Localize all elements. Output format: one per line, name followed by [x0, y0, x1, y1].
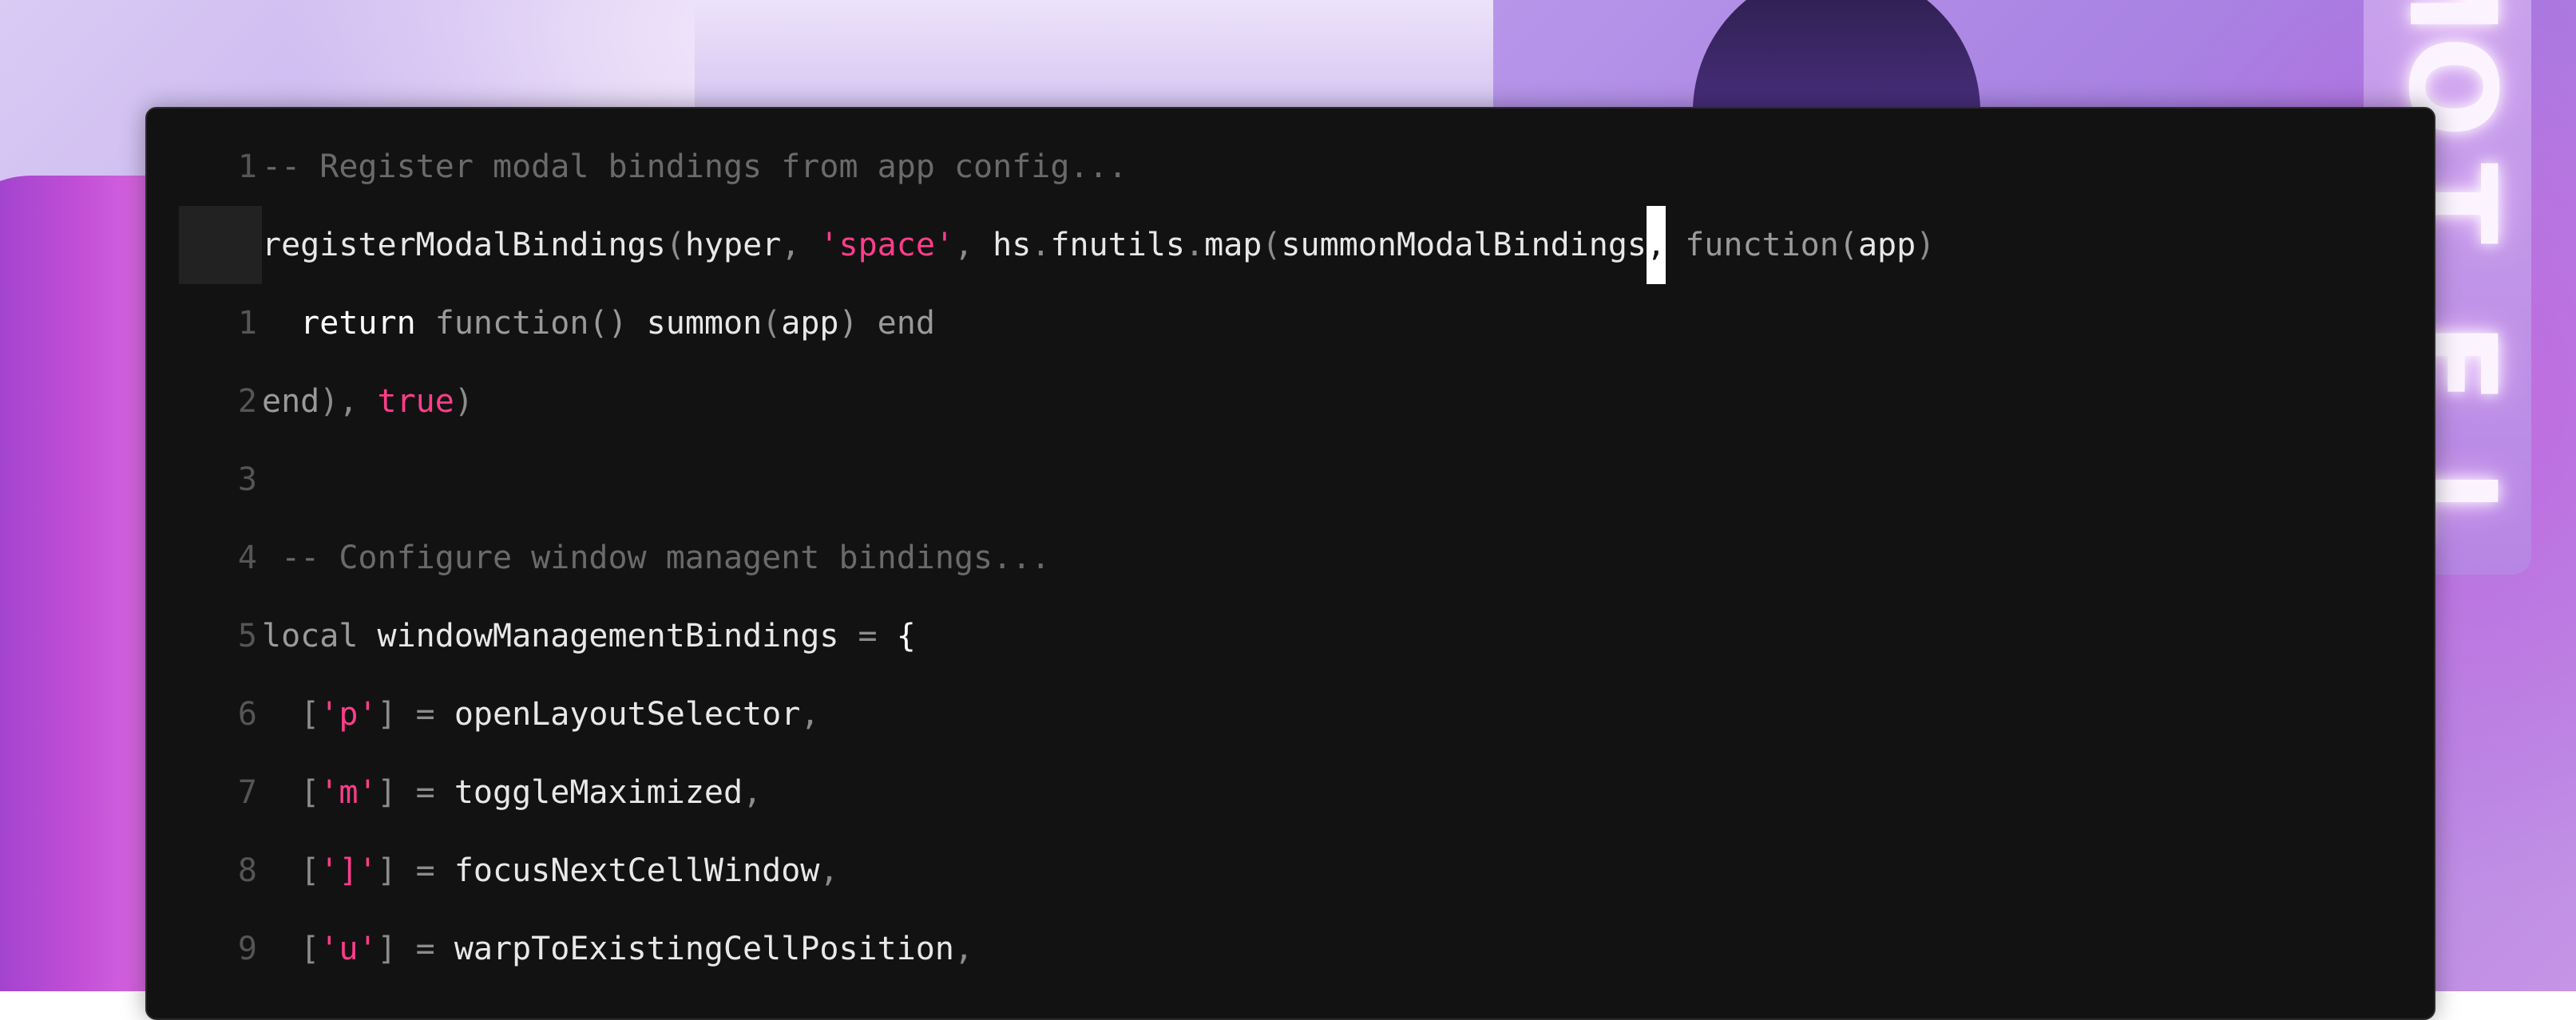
line-number: 3	[237, 461, 257, 498]
motel-sign-letter: M	[2382, 0, 2521, 35]
code-token: 'm'	[319, 774, 378, 811]
code-token: ,	[819, 852, 839, 889]
code-token: registerModalBindings	[262, 227, 666, 263]
code-token: ,	[800, 696, 820, 733]
code-line[interactable]: registerModalBindings(hyper, 'space', hs…	[147, 206, 2434, 284]
code-token: warpToExistingCellPosition	[454, 931, 954, 967]
code-line[interactable]: 7 ['m'] = toggleMaximized,	[147, 753, 2434, 832]
code-token: =	[838, 618, 897, 654]
code-line[interactable]: 3	[147, 441, 2434, 519]
code-token: true	[377, 383, 454, 420]
code-line[interactable]: 1 -- Register modal bindings from app con…	[147, 128, 2434, 206]
code-token: hs	[993, 227, 1032, 263]
code-token: function()	[415, 305, 647, 342]
code-token: (	[762, 305, 782, 342]
code-text[interactable]: end), true)	[262, 362, 474, 441]
code-token: summon	[646, 305, 763, 342]
code-token: ,	[953, 931, 974, 967]
code-token: ] =	[377, 852, 454, 889]
code-line[interactable]: 1 return function() summon(app) end	[147, 284, 2434, 362]
code-text[interactable]: -- Configure window managent bindings...	[262, 519, 1050, 597]
code-token: )	[1916, 227, 1936, 263]
code-token: focusNextCellWindow	[454, 852, 820, 889]
code-text[interactable]: ['p'] = openLayoutSelector,	[262, 675, 819, 753]
code-token: fnutils	[1050, 227, 1186, 263]
code-token: (	[1262, 227, 1282, 263]
code-token: ']'	[319, 852, 378, 889]
code-token: ] =	[377, 696, 454, 733]
code-token: [	[262, 931, 320, 967]
code-token: )	[454, 383, 474, 420]
code-token: [	[262, 696, 320, 733]
code-token: local	[262, 618, 378, 654]
code-text[interactable]: ['u'] = warpToExistingCellPosition,	[262, 910, 973, 988]
code-token: function(	[1666, 227, 1858, 263]
code-token: [	[262, 774, 320, 811]
code-token: end	[262, 383, 320, 420]
code-token: .	[1031, 227, 1051, 263]
code-token: ),	[319, 383, 378, 420]
code-text[interactable]: return function() summon(app) end	[262, 284, 935, 362]
code-line[interactable]: 4 -- Configure window managent bindings.…	[147, 519, 2434, 597]
code-token: ) end	[838, 305, 935, 342]
wallpaper-building	[695, 0, 1493, 112]
code-text[interactable]: -- Register modal bindings from app conf…	[262, 128, 1127, 206]
code-text[interactable]: ['m'] = toggleMaximized,	[262, 753, 762, 832]
code-token: openLayoutSelector	[454, 696, 801, 733]
text-cursor: ,	[1647, 206, 1666, 284]
code-line[interactable]: 5 local windowManagementBindings = {	[147, 597, 2434, 675]
code-token: ] =	[377, 931, 454, 967]
code-token: 'p'	[319, 696, 378, 733]
code-token: app	[1857, 227, 1916, 263]
code-token: 'u'	[319, 931, 378, 967]
code-token: (	[665, 227, 685, 263]
code-text[interactable]: [']'] = focusNextCellWindow,	[262, 832, 838, 910]
code-token: [	[262, 852, 320, 889]
code-token: ,	[743, 774, 763, 811]
code-token: ,	[954, 227, 993, 263]
code-token: toggleMaximized	[454, 774, 743, 811]
code-token: -- Configure window managent bindings...	[262, 540, 1051, 576]
code-editor-window[interactable]: 1 -- Register modal bindings from app con…	[145, 107, 2435, 1020]
code-token: {	[896, 618, 916, 654]
code-line[interactable]: 8 [']'] = focusNextCellWindow,	[147, 832, 2434, 910]
code-line[interactable]: 2 end), true)	[147, 362, 2434, 441]
code-text[interactable]: local windowManagementBindings = {	[262, 597, 916, 675]
code-text[interactable]: registerModalBindings(hyper, 'space', hs…	[262, 206, 1935, 284]
code-token: ] =	[377, 774, 454, 811]
code-token: ,	[781, 227, 820, 263]
code-token: summonModalBindings	[1281, 227, 1647, 263]
code-line[interactable]: 9 ['u'] = warpToExistingCellPosition,	[147, 910, 2434, 988]
code-token: 'space'	[819, 227, 954, 263]
code-token: .	[1185, 227, 1205, 263]
code-token: app	[781, 305, 839, 342]
code-token: return	[300, 305, 416, 342]
code-token: windowManagementBindings	[377, 618, 839, 654]
code-token: hyper	[684, 227, 782, 263]
line-number	[179, 206, 262, 284]
code-token: map	[1204, 227, 1262, 263]
code-line[interactable]: 6 ['p'] = openLayoutSelector,	[147, 675, 2434, 753]
code-token: -- Register modal bindings from app conf…	[262, 148, 1127, 185]
